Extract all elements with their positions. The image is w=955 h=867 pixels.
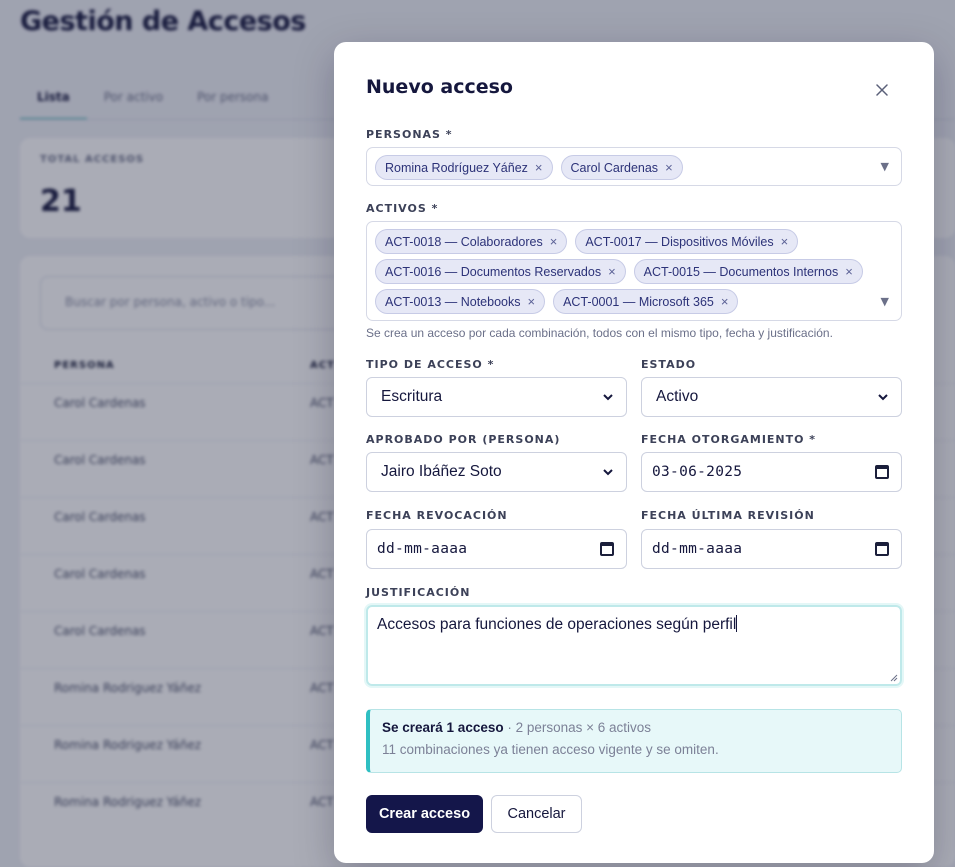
aprobado-por-select[interactable]: Jairo Ibáñez Soto [366, 452, 627, 492]
dropdown-caret-icon[interactable]: ▼ [881, 295, 889, 308]
activos-hint: Se crea un acceso por cada combinación, … [366, 326, 833, 340]
persona-chip: Carol Cardenas × [560, 155, 683, 180]
fecha-ultima-revision-input[interactable]: dd-mm-aaaa [641, 529, 902, 569]
activo-chip: ACT-0015 — Documentos Internos × [633, 259, 863, 284]
justificacion-label: JUSTIFICACIÓN [366, 586, 471, 599]
info-detail: · 2 personas × 6 activos [503, 720, 652, 735]
justificacion-textarea[interactable]: Accesos para funciones de operaciones se… [366, 605, 902, 686]
remove-chip-icon[interactable]: × [535, 161, 543, 174]
activos-multiselect[interactable]: ACT-0018 — Colaboradores × ACT-0017 — Dis… [366, 221, 902, 321]
estado-label: ESTADO [641, 358, 697, 371]
fecha-revocacion-label: FECHA REVOCACIÓN [366, 509, 508, 522]
personas-chips: Romina Rodríguez Yáñez × Carol Cardenas × [367, 148, 901, 185]
fecha-revocacion-value: dd-mm-aaaa [377, 541, 468, 557]
chip-label: ACT-0017 — Dispositivos Móviles [585, 234, 774, 249]
close-icon [876, 84, 888, 96]
activo-chip: ACT-0017 — Dispositivos Móviles × [575, 229, 799, 254]
aprobado-por-label: APROBADO POR (PERSONA) [366, 433, 561, 446]
info-line-1: Se creará 1 acceso · 2 personas × 6 acti… [382, 720, 889, 735]
chip-label: Carol Cardenas [570, 160, 659, 175]
info-strong: Se creará 1 acceso [382, 720, 504, 735]
activos-label: ACTIVOS * [366, 202, 439, 215]
remove-chip-icon[interactable]: × [845, 265, 853, 278]
close-button[interactable] [871, 79, 893, 101]
chip-label: ACT-0018 — Colaboradores [385, 234, 543, 249]
resize-handle-icon[interactable] [890, 674, 898, 682]
tipo-acceso-value: Escritura [381, 388, 443, 405]
estado-value: Activo [656, 388, 699, 405]
remove-chip-icon[interactable]: × [721, 295, 729, 308]
remove-chip-icon[interactable]: × [550, 235, 558, 248]
personas-multiselect[interactable]: Romina Rodríguez Yáñez × Carol Cardenas × … [366, 147, 902, 186]
fecha-revocacion-input[interactable]: dd-mm-aaaa [366, 529, 627, 569]
chip-label: ACT-0016 — Documentos Reservados [385, 264, 602, 279]
persona-chip: Romina Rodríguez Yáñez × [375, 155, 553, 180]
fecha-otorgamiento-input[interactable]: 03-06-2025 [641, 452, 902, 492]
tipo-acceso-select[interactable]: Escritura [366, 377, 627, 417]
calendar-icon[interactable] [600, 542, 614, 556]
calendar-icon[interactable] [875, 542, 889, 556]
text-cursor [736, 615, 738, 632]
remove-chip-icon[interactable]: × [528, 295, 536, 308]
remove-chip-icon[interactable]: × [608, 265, 616, 278]
info-line-2: 11 combinaciones ya tienen acceso vigent… [382, 742, 719, 757]
fecha-otorgamiento-value: 03-06-2025 [652, 464, 743, 480]
activo-chip: ACT-0013 — Notebooks × [375, 289, 546, 314]
summary-info-box: Se creará 1 acceso · 2 personas × 6 acti… [366, 709, 902, 773]
cancel-button[interactable]: Cancelar [491, 795, 582, 833]
activo-chip: ACT-0018 — Colaboradores × [375, 229, 568, 254]
fecha-ultima-revision-label: FECHA ÚLTIMA REVISIÓN [641, 509, 815, 522]
chip-label: ACT-0001 — Microsoft 365 [563, 294, 714, 309]
chevron-down-icon [603, 394, 613, 401]
fecha-ultima-revision-value: dd-mm-aaaa [652, 541, 743, 557]
dropdown-caret-icon[interactable]: ▼ [881, 160, 889, 173]
chevron-down-icon [603, 469, 613, 476]
estado-select[interactable]: Activo [641, 377, 902, 417]
new-access-dialog: Nuevo acceso PERSONAS * Romina Rodríguez… [334, 42, 934, 863]
tipo-acceso-label: TIPO DE ACCESO * [366, 358, 495, 371]
aprobado-por-value: Jairo Ibáñez Soto [381, 463, 502, 480]
personas-label: PERSONAS * [366, 128, 453, 141]
fecha-otorgamiento-label: FECHA OTORGAMIENTO * [641, 433, 817, 446]
activo-chip: ACT-0001 — Microsoft 365 × [553, 289, 739, 314]
dialog-title: Nuevo acceso [366, 76, 513, 98]
create-access-button[interactable]: Crear acceso [366, 795, 483, 833]
activo-chip: ACT-0016 — Documentos Reservados × [375, 259, 626, 284]
activos-chips: ACT-0018 — Colaboradores × ACT-0017 — Dis… [367, 222, 901, 319]
calendar-icon[interactable] [875, 465, 889, 479]
justificacion-value: Accesos para funciones de operaciones se… [377, 616, 737, 633]
chip-label: Romina Rodríguez Yáñez [385, 160, 528, 175]
remove-chip-icon[interactable]: × [665, 161, 673, 174]
chip-label: ACT-0015 — Documentos Internos [643, 264, 839, 279]
chevron-down-icon [878, 394, 888, 401]
remove-chip-icon[interactable]: × [781, 235, 789, 248]
chip-label: ACT-0013 — Notebooks [385, 294, 521, 309]
